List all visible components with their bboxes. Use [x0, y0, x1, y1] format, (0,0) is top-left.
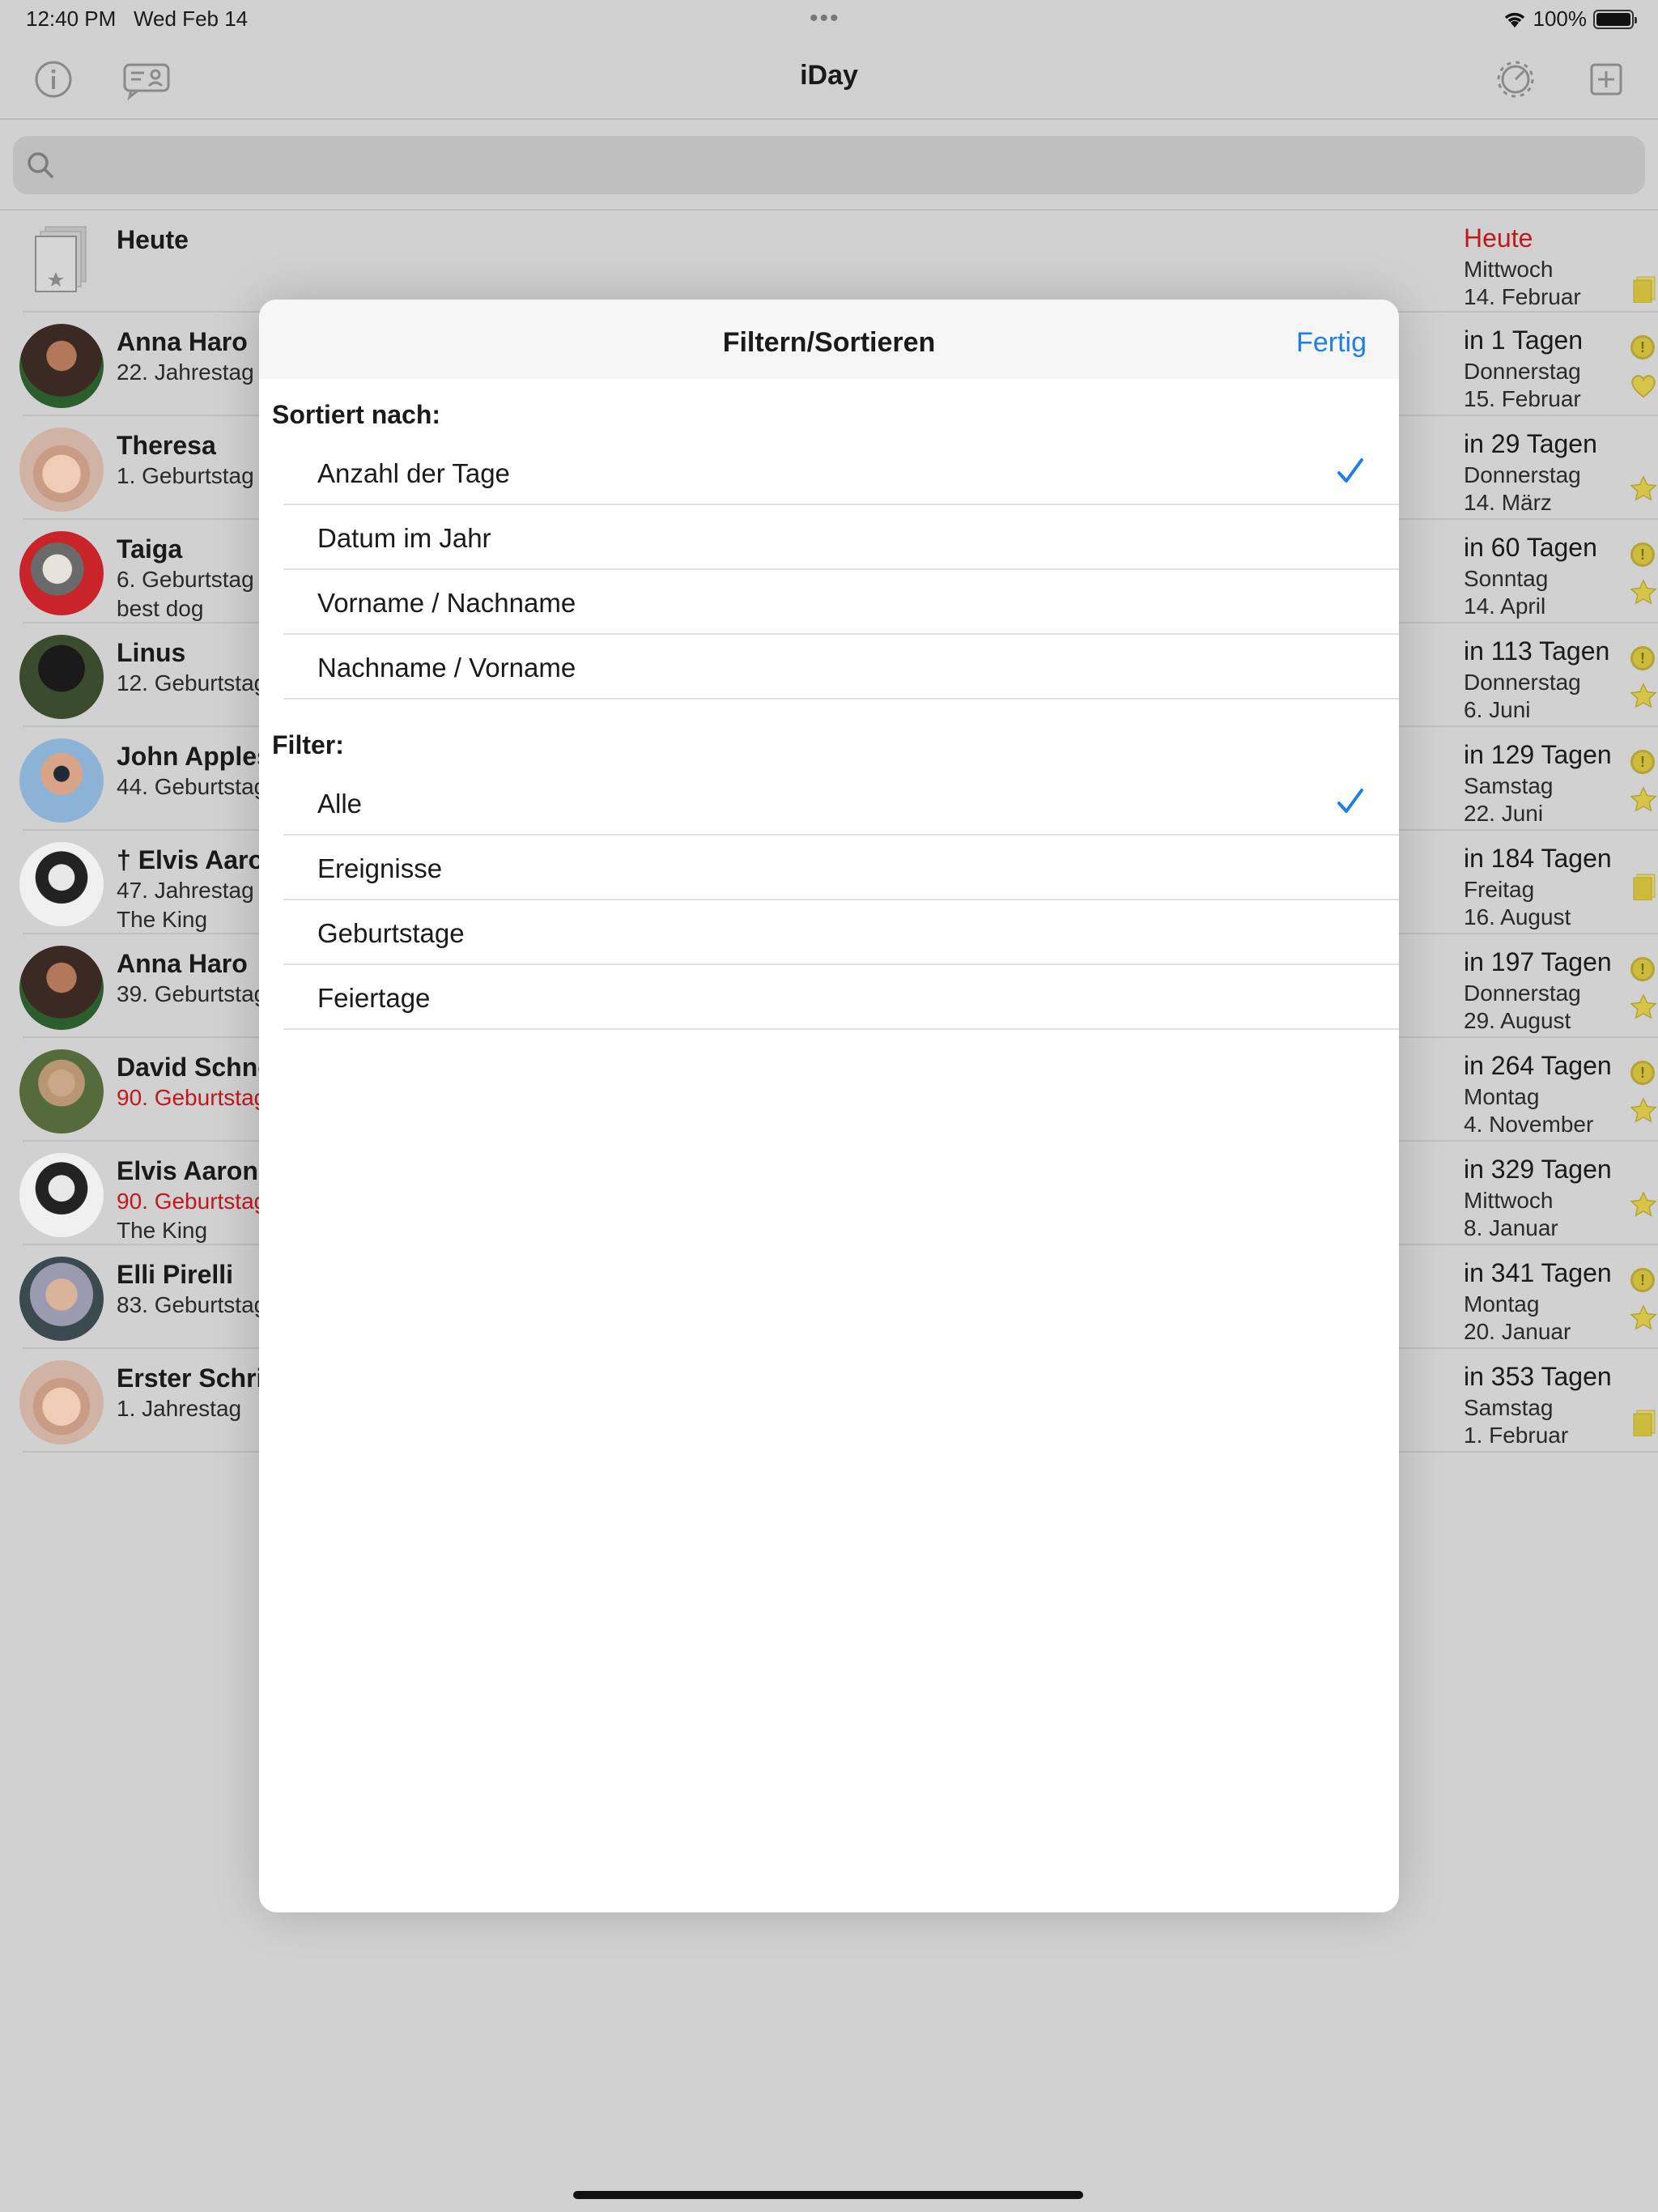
- avatar: [19, 1257, 104, 1341]
- avatar: [19, 324, 104, 408]
- avatar: [19, 428, 104, 512]
- done-button[interactable]: Fertig: [1296, 327, 1367, 359]
- item-note: The King: [117, 1218, 208, 1243]
- item-title: Elli Pirelli: [117, 1260, 234, 1289]
- item-subtitle: 44. Geburtstag: [117, 774, 267, 799]
- avatar: [19, 1360, 104, 1444]
- sort-option[interactable]: Datum im Jahr: [283, 505, 1399, 570]
- item-date-info: in 1 Tagen Donnerstag 15. Februar: [1464, 325, 1584, 411]
- item-title: Taiga: [117, 534, 183, 564]
- coin-icon: !: [1630, 957, 1655, 981]
- card-icon: [1633, 276, 1656, 303]
- filter-option[interactable]: Feiertage: [283, 965, 1399, 1030]
- filter-option[interactable]: Alle: [283, 771, 1399, 836]
- today-calendar-icon: [35, 226, 87, 292]
- avatar: [19, 1049, 104, 1134]
- item-date-info: in 129 Tagen Samstag 22. Juni: [1464, 740, 1612, 826]
- sort-option[interactable]: Nachname / Vorname: [283, 635, 1399, 700]
- coin-icon: !: [1630, 542, 1655, 567]
- item-title: Anna Haro: [117, 327, 248, 356]
- item-date-info: in 113 Tagen Donnerstag 6. Juni: [1464, 636, 1610, 722]
- item-date-info: in 341 Tagen Montag 20. Januar: [1464, 1258, 1612, 1344]
- item-title: Erster Schritt: [117, 1363, 281, 1393]
- checkmark-icon: [1337, 789, 1363, 813]
- item-subtitle: 1. Geburtstag: [117, 463, 254, 488]
- item-subtitle: 1. Jahrestag: [117, 1396, 242, 1421]
- avatar: [19, 635, 104, 719]
- battery-icon: [1593, 9, 1637, 29]
- item-date-info: Heute Mittwoch 14. Februar: [1464, 223, 1581, 309]
- item-date-info: in 184 Tagen Freitag 16. August: [1464, 844, 1612, 929]
- home-indicator[interactable]: [573, 2191, 1083, 2199]
- search-icon: [24, 149, 57, 181]
- nav-title: iDay: [800, 60, 858, 91]
- filter-sort-sheet: Filtern/Sortieren Fertig Sortiert nach: …: [259, 300, 1399, 1912]
- item-date-info: in 197 Tagen Donnerstag 29. August: [1464, 947, 1612, 1033]
- coin-icon: !: [1630, 646, 1655, 670]
- item-title: Heute: [117, 225, 189, 254]
- search-input[interactable]: [70, 136, 1624, 194]
- star-icon: [1630, 579, 1657, 605]
- coin-icon: !: [1630, 335, 1655, 359]
- navigation-bar: iDay: [0, 39, 1658, 120]
- item-subtitle: 83. Geburtstag: [117, 1292, 267, 1317]
- status-bar: 12:40 PM Wed Feb 14 ••• 100%: [0, 0, 1658, 39]
- avatar: [19, 1153, 104, 1237]
- gear-icon[interactable]: [1494, 58, 1537, 100]
- avatar: [19, 946, 104, 1030]
- coin-icon: !: [1630, 1268, 1655, 1292]
- checkmark-icon: [1337, 458, 1363, 483]
- sheet-title: Filtern/Sortieren: [722, 327, 936, 358]
- filter-option[interactable]: Geburtstage: [283, 900, 1399, 965]
- item-date-info: in 329 Tagen Mittwoch 8. Januar: [1464, 1155, 1612, 1240]
- coin-icon: !: [1630, 750, 1655, 774]
- star-icon: [1630, 1304, 1657, 1330]
- sheet-header: Filtern/Sortieren Fertig: [259, 300, 1399, 379]
- star-icon: [1630, 475, 1657, 501]
- item-subtitle: 90. Geburtstag: [117, 1189, 267, 1214]
- sort-option[interactable]: Anzahl der Tage: [283, 440, 1399, 505]
- avatar: [19, 842, 104, 926]
- item-subtitle: 47. Jahrestag: [117, 878, 254, 903]
- list-item[interactable]: Heute Heute Mittwoch 14. Februar: [23, 211, 1658, 313]
- item-subtitle: 12. Geburtstag: [117, 670, 267, 696]
- item-date-info: in 29 Tagen Donnerstag 14. März: [1464, 429, 1597, 515]
- filter-option[interactable]: Ereignisse: [283, 836, 1399, 900]
- item-note: The King: [117, 907, 208, 932]
- star-icon: [1630, 993, 1657, 1019]
- item-subtitle: 39. Geburtstag: [117, 981, 267, 1006]
- star-icon: [1630, 1191, 1657, 1217]
- item-note: best dog: [117, 596, 204, 621]
- battery-percent: 100%: [1533, 6, 1588, 31]
- star-icon: [1630, 1097, 1657, 1123]
- card-icon: [1633, 1410, 1656, 1436]
- item-title: Linus: [117, 638, 186, 667]
- sort-heading: Sortiert nach:: [272, 400, 441, 429]
- star-icon: [1630, 786, 1657, 812]
- item-date-info: in 353 Tagen Samstag 1. Februar: [1464, 1362, 1612, 1448]
- search-bar: [13, 136, 1645, 194]
- star-icon: [1630, 683, 1657, 708]
- avatar: [19, 531, 104, 615]
- coin-icon: !: [1630, 1061, 1655, 1085]
- item-subtitle: 6. Geburtstag: [117, 567, 254, 592]
- item-subtitle: 90. Geburtstag: [117, 1085, 267, 1110]
- heart-icon: [1631, 375, 1656, 398]
- status-indicators: 100%: [1503, 6, 1637, 32]
- add-icon[interactable]: [1585, 58, 1627, 100]
- filter-heading: Filter:: [272, 730, 344, 759]
- item-date-info: in 264 Tagen Montag 4. November: [1464, 1051, 1612, 1137]
- avatar: [19, 738, 104, 823]
- item-title: Anna Haro: [117, 949, 248, 978]
- item-date-info: in 60 Tagen Sonntag 14. April: [1464, 533, 1597, 619]
- wifi-icon: [1504, 12, 1524, 28]
- multitasking-dots[interactable]: •••: [810, 5, 840, 32]
- sort-option[interactable]: Vorname / Nachname: [283, 570, 1399, 635]
- card-icon: [1633, 874, 1656, 900]
- status-time: 12:40 PM Wed Feb 14: [26, 6, 249, 31]
- item-subtitle: 22. Jahrestag: [117, 359, 254, 385]
- item-title: Theresa: [117, 431, 216, 460]
